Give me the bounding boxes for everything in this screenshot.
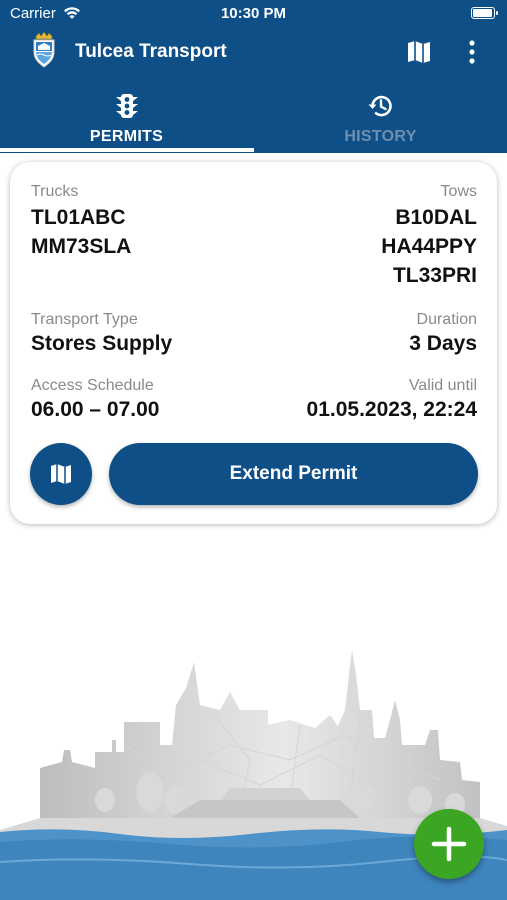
map-icon — [51, 464, 71, 484]
valid-until-label: Valid until — [408, 377, 477, 394]
tow-plate: B10DAL — [395, 206, 477, 229]
tows-list: B10DAL HA44PPY TL33PRI — [381, 203, 477, 290]
permit-card[interactable]: Trucks TL01ABC MM73SLA Tows B10DAL HA44P… — [10, 162, 497, 524]
tow-plate: TL33PRI — [392, 264, 477, 287]
add-permit-button[interactable] — [414, 809, 484, 879]
truck-plate: MM73SLA — [31, 235, 132, 258]
app-title: Tulcea Transport — [75, 41, 227, 62]
plus-icon — [431, 826, 467, 862]
history-icon — [368, 95, 392, 117]
tab-indicator — [0, 148, 254, 152]
duration-value: 3 Days — [409, 332, 477, 355]
more-vertical-icon[interactable] — [458, 38, 486, 66]
tab-bar: PERMITS HISTORY — [0, 75, 507, 153]
tab-history-label: HISTORY — [344, 128, 417, 145]
transport-type-label: Transport Type — [31, 311, 138, 328]
trucks-label: Trucks — [31, 183, 79, 200]
tab-permits[interactable]: PERMITS — [0, 75, 254, 153]
access-schedule-value: 06.00 – 07.00 — [31, 398, 160, 421]
traffic-light-icon — [116, 94, 138, 118]
duration-label: Duration — [416, 311, 477, 328]
tab-permits-label: PERMITS — [89, 128, 164, 145]
valid-until-value: 01.05.2023, 22:24 — [306, 398, 477, 421]
tow-plate: HA44PPY — [381, 235, 477, 258]
transport-type-value: Stores Supply — [31, 332, 173, 355]
extend-permit-button[interactable]: Extend Permit — [109, 443, 478, 505]
status-time: 10:30 PM — [220, 5, 287, 22]
tows-label: Tows — [440, 183, 477, 200]
app-bar: Tulcea Transport — [0, 30, 507, 75]
status-bar: Carrier 10:30 PM — [0, 0, 507, 30]
permit-map-button[interactable] — [30, 443, 92, 505]
tab-history[interactable]: HISTORY — [254, 75, 507, 153]
battery-icon — [471, 7, 498, 19]
access-schedule-label: Access Schedule — [31, 377, 154, 394]
battery-level — [473, 9, 492, 17]
coat-of-arms-icon — [33, 32, 55, 68]
map-icon[interactable] — [405, 38, 433, 66]
trucks-list: TL01ABC MM73SLA — [31, 203, 131, 261]
truck-plate: TL01ABC — [31, 206, 126, 229]
